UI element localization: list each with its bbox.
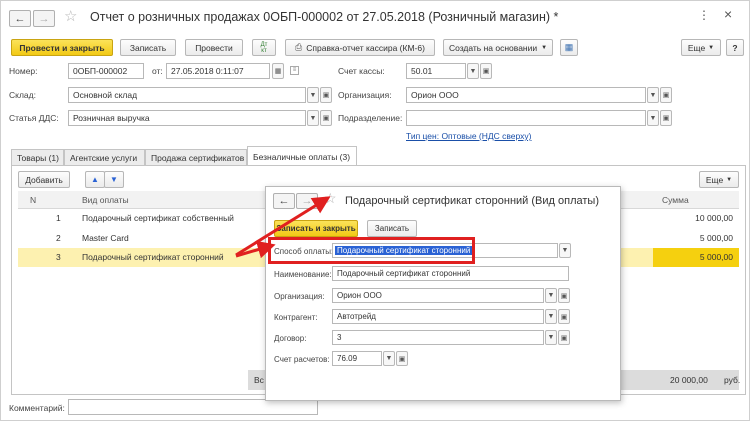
- arrow-to-dialog: [235, 196, 331, 257]
- annotation-arrows: [235, 196, 331, 259]
